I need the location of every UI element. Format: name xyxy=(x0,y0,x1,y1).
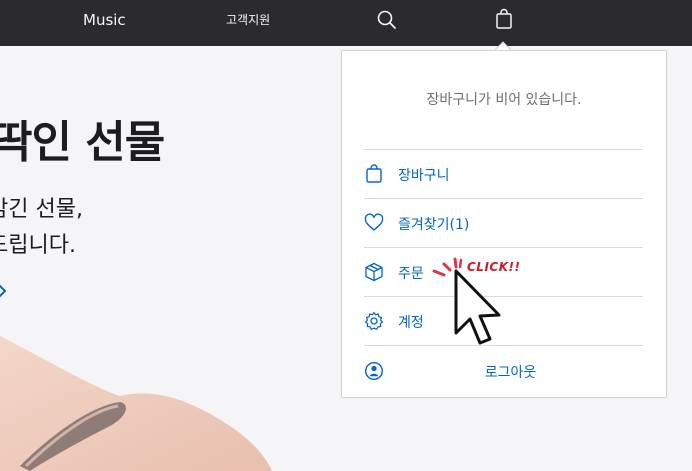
bag-menu-item-label: 주문 xyxy=(398,266,424,282)
nav-support-link[interactable]: 고객지원 xyxy=(226,0,270,46)
bag-menu-item-label: 장바구니 xyxy=(398,168,450,184)
search-icon[interactable] xyxy=(376,9,398,31)
bag-menu-item-label: 계정 xyxy=(398,315,424,331)
bag-menu-item-favorites[interactable]: 즐겨찾기(1) xyxy=(364,199,643,247)
signout-button[interactable]: 로그아웃 xyxy=(364,347,643,395)
bag-menu-item-label: 즐겨찾기(1) xyxy=(398,217,470,233)
hero-description-line: 드립니다. xyxy=(0,233,76,258)
watch-band-image xyxy=(0,336,272,471)
hero-description: 감긴 선물, 드립니다. xyxy=(0,192,83,264)
bag-menu-item-account[interactable]: 계정 xyxy=(364,297,643,345)
divider xyxy=(364,345,643,346)
chevron-right-icon[interactable] xyxy=(0,282,10,300)
hero-description-line: 감긴 선물, xyxy=(0,197,83,222)
box-icon xyxy=(365,262,383,282)
bag-dropdown: 장바구니가 비어 있습니다. 장바구니 즐겨찾기(1) 주문 계정 로그아웃 xyxy=(341,50,667,398)
shopping-bag-icon[interactable] xyxy=(493,8,515,30)
hero-title: 딱인 선물 xyxy=(0,117,165,168)
nav-music-link[interactable]: Music xyxy=(83,0,126,46)
bag-menu-item-orders[interactable]: 주문 xyxy=(364,248,643,296)
bag-empty-message: 장바구니가 비어 있습니다. xyxy=(426,92,582,108)
signout-label: 로그아웃 xyxy=(484,365,537,381)
heart-icon xyxy=(364,213,384,231)
bag-menu-item-bag[interactable]: 장바구니 xyxy=(364,150,643,198)
gear-icon xyxy=(364,311,384,330)
global-nav: Music 고객지원 xyxy=(0,0,692,46)
bag-icon xyxy=(366,164,382,183)
